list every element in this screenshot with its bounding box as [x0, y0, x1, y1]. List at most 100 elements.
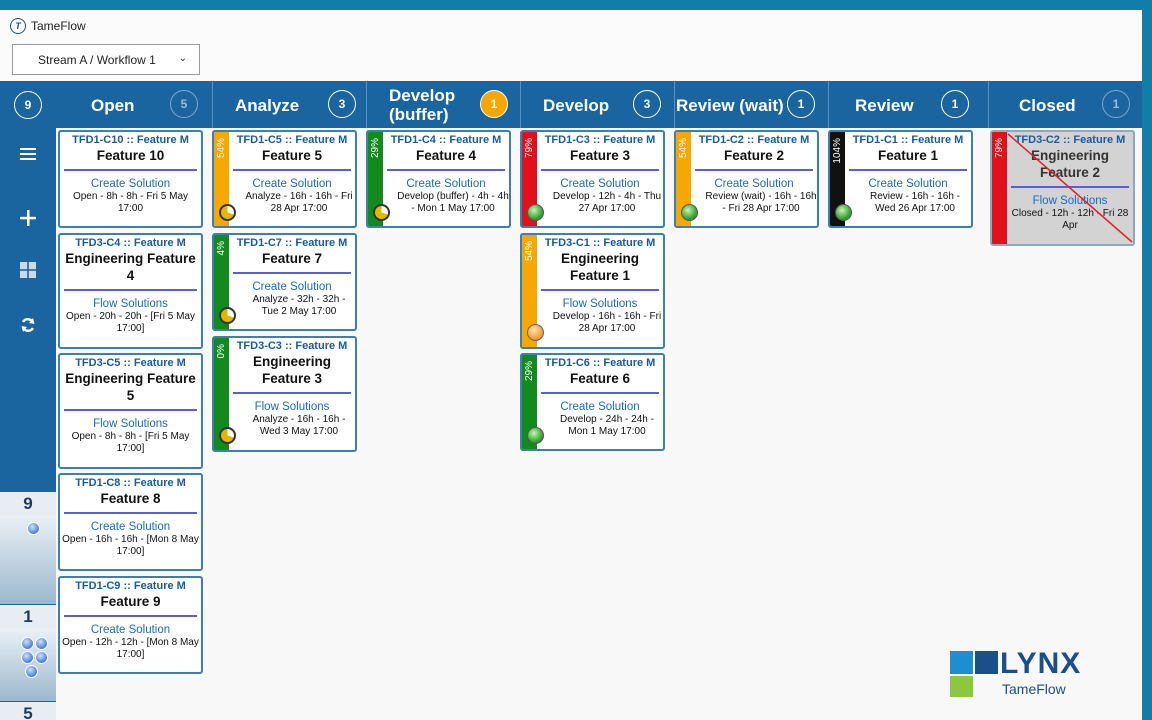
card-id: TFD1-C1 :: Feature M: [852, 134, 964, 146]
card[interactable]: 104% TFD1-C1 :: Feature M Feature 1 Crea…: [828, 130, 973, 228]
card-title: Feature 4: [415, 148, 477, 163]
card-id: TFD1-C5 :: Feature M: [236, 134, 348, 146]
card-progress: 29%: [370, 138, 381, 159]
menu-icon[interactable]: [16, 142, 40, 166]
stream-select[interactable]: Stream A / Workflow 1 ⌄: [12, 44, 200, 75]
card-progress: 79%: [524, 138, 535, 159]
card-status: Review (wait) - 16h - 16h - Fri 28 Apr 1…: [705, 191, 817, 214]
card[interactable]: TFD3-C5 :: Feature M Engineering Feature…: [58, 353, 203, 469]
lane-number: 5: [0, 702, 56, 720]
refresh-icon[interactable]: [16, 313, 40, 337]
card-progress: 54%: [216, 138, 227, 159]
card-status: Develop - 24h - 24h - Mon 1 May 17:00: [560, 414, 654, 437]
column-header-review[interactable]: Review 1: [828, 81, 988, 128]
card-service: Flow Solutions: [562, 298, 638, 310]
card-divider: [64, 169, 197, 171]
card-status: Open - 12h - 12h - [Mon 8 May 17:00]: [62, 637, 199, 660]
card-divider: [64, 615, 197, 617]
card-id: TFD1-C9 :: Feature M: [75, 580, 186, 592]
card-status: Develop - 12h - 4h - Thu 27 Apr 17:00: [552, 191, 662, 214]
card-id: TFD3-C1 :: Feature M: [544, 237, 656, 249]
lane-indicator[interactable]: [0, 516, 56, 604]
chevron-down-icon: ⌄: [178, 53, 187, 64]
card[interactable]: 0% TFD3-C3 :: Feature M Engineering Feat…: [212, 336, 357, 452]
lane-dot-icon: [21, 637, 34, 650]
card-status: Open - 20h - 20h - [Fri 5 May 17:00]: [66, 311, 195, 334]
lane-dot-icon: [35, 637, 48, 650]
card-progress: 54%: [524, 241, 535, 262]
add-icon[interactable]: [16, 206, 40, 230]
card[interactable]: TFD3-C4 :: Feature M Engineering Feature…: [58, 233, 203, 349]
card-id: TFD1-C2 :: Feature M: [698, 134, 810, 146]
column-title: Develop (buffer): [389, 86, 456, 124]
card-id: TFD3-C3 :: Feature M: [236, 340, 348, 352]
card-title: Feature 2: [723, 148, 785, 163]
card-divider: [849, 169, 967, 171]
column-count-badge: 5: [170, 90, 198, 118]
app-logo-icon: T: [10, 18, 26, 34]
card-title: Feature 8: [100, 491, 161, 506]
card[interactable]: 29% TFD1-C6 :: Feature M Feature 6 Creat…: [520, 353, 665, 451]
card[interactable]: 29% TFD1-C4 :: Feature M Feature 4 Creat…: [366, 130, 511, 228]
column-count-badge: 1: [480, 90, 508, 118]
card-divider: [387, 169, 505, 171]
card-status: Open - 16h - 16h - [Mon 8 May 17:00]: [62, 534, 199, 557]
app-window: T TameFlow Stream A / Workflow 1 ⌄ 9 Ope…: [0, 10, 1142, 720]
card-progress: 54%: [678, 138, 689, 159]
card[interactable]: TFD1-C9 :: Feature M Feature 9 Create So…: [58, 576, 203, 674]
column-count-badge: 3: [328, 90, 356, 118]
card-service: Create Solution: [90, 521, 171, 533]
column-title: Review (wait): [676, 96, 784, 115]
card-closed[interactable]: 79% TFD3-C2 :: Feature M Engineering Fea…: [990, 130, 1135, 246]
card-divider: [541, 289, 659, 291]
lane-indicator[interactable]: [0, 629, 56, 701]
card-progress: 4%: [216, 241, 227, 256]
column-header-closed[interactable]: Closed 1: [988, 81, 1142, 128]
card-id: TFD3-C4 :: Feature M: [75, 237, 186, 249]
card-title: Engineering Feature 4: [65, 251, 196, 283]
column-title: Open: [91, 96, 135, 115]
card[interactable]: TFD1-C8 :: Feature M Feature 8 Create So…: [58, 473, 203, 571]
card-title: Feature 10: [96, 148, 165, 163]
card[interactable]: 79% TFD1-C3 :: Feature M Feature 3 Creat…: [520, 130, 665, 228]
card-title: Feature 6: [569, 371, 631, 386]
lane-dot-icon: [27, 522, 40, 535]
card-progress: 29%: [524, 361, 535, 382]
card-divider: [233, 272, 351, 274]
card-service: Create Solution: [90, 624, 171, 636]
layout-icon[interactable]: [16, 258, 40, 282]
card-status: Analyze - 16h - 16h - Wed 3 May 17:00: [252, 414, 346, 437]
card-title: Engineering Feature 1: [560, 251, 639, 283]
column-header-review-wait[interactable]: Review (wait) 1: [674, 81, 828, 128]
card[interactable]: 54% TFD3-C1 :: Feature M Engineering Fea…: [520, 233, 665, 349]
stream-select-value: Stream A / Workflow 1: [38, 52, 156, 67]
card-title: Feature 1: [877, 148, 939, 163]
card-title: Engineering Feature 5: [65, 371, 196, 403]
column-header-develop-buffer[interactable]: Develop (buffer) 1: [366, 81, 520, 128]
column-header-open[interactable]: Open 5: [57, 81, 212, 128]
card[interactable]: 54% TFD1-C2 :: Feature M Feature 2 Creat…: [674, 130, 819, 228]
title-bar: T TameFlow: [0, 10, 1142, 42]
card[interactable]: 54% TFD1-C5 :: Feature M Feature 5 Creat…: [212, 130, 357, 228]
card-divider: [64, 512, 197, 514]
lynx-logo-icon: [950, 651, 998, 697]
column-header-analyze[interactable]: Analyze 3: [212, 81, 366, 128]
card-status: Open - 8h - 8h - [Fri 5 May 17:00]: [71, 431, 190, 454]
card[interactable]: TFD1-C10 :: Feature M Feature 10 Create …: [58, 130, 203, 228]
card-title: Feature 3: [569, 148, 631, 163]
card-divider: [233, 169, 351, 171]
card-service: Create Solution: [560, 178, 640, 190]
column-title: Develop: [543, 96, 610, 115]
column-count-badge: 1: [941, 90, 969, 118]
card-status: Analyze - 16h - 16h - Fri 28 Apr 17:00: [245, 191, 353, 214]
brand-sub: TameFlow: [1002, 681, 1066, 697]
card[interactable]: 4% TFD1-C7 :: Feature M Feature 7 Create…: [212, 233, 357, 331]
card-id: TFD1-C4 :: Feature M: [390, 134, 502, 146]
column-header-develop[interactable]: Develop 3: [520, 81, 674, 128]
card-service: Create Solution: [90, 178, 171, 190]
lane-dot-icon: [35, 651, 48, 664]
column-title: Review: [855, 96, 914, 115]
card-divider: [233, 392, 351, 394]
card-service: Create Solution: [868, 178, 948, 190]
card-divider: [64, 289, 197, 291]
